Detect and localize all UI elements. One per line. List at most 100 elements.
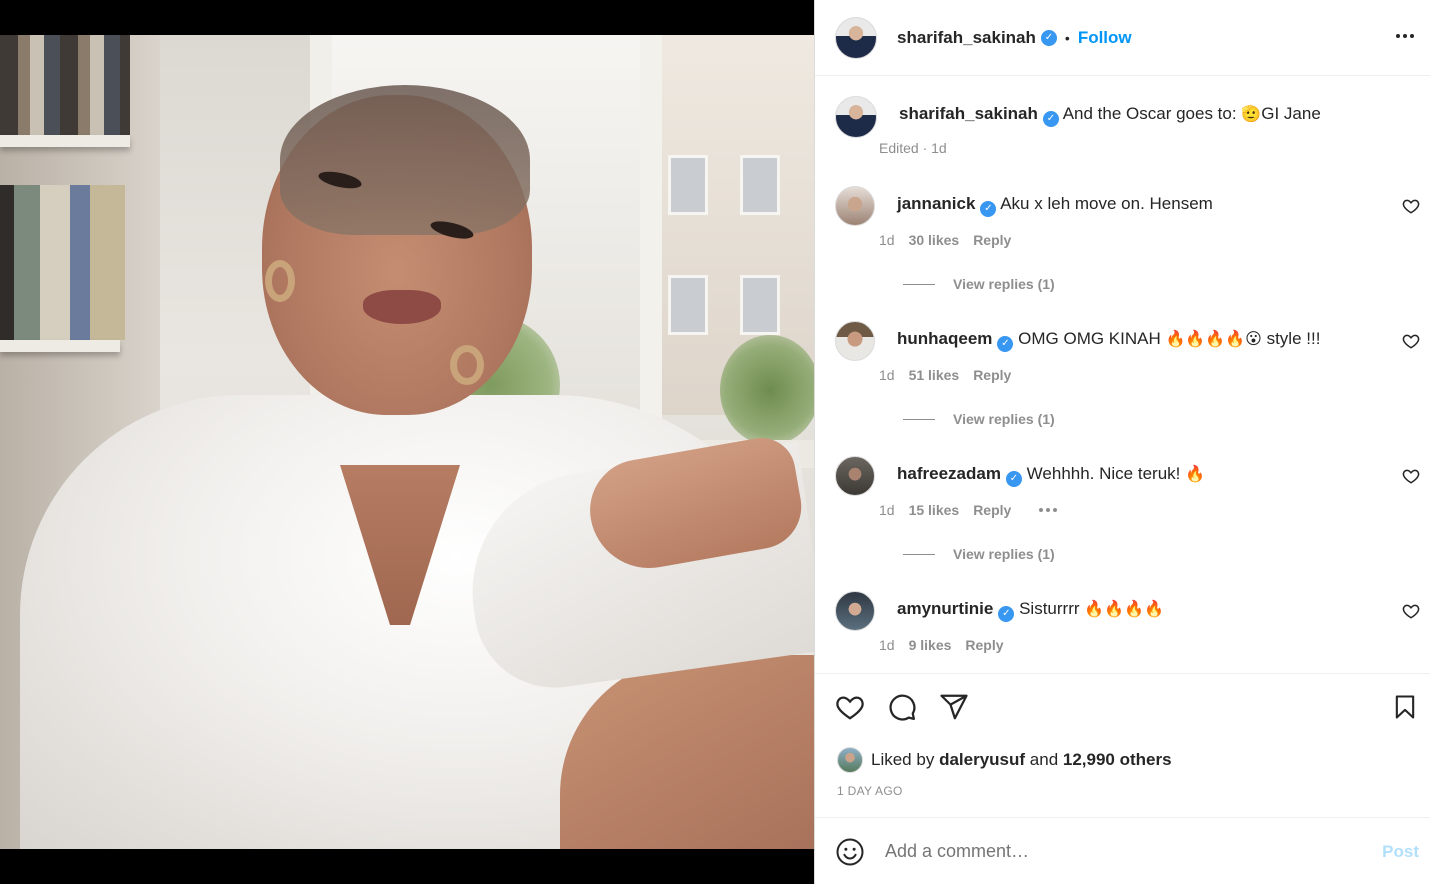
view-replies-button[interactable]: View replies (1) (903, 411, 1055, 427)
bookmark-icon[interactable] (1391, 692, 1419, 722)
verified-badge-icon: ✓ (1042, 111, 1059, 127)
comment-options-icon[interactable] (1039, 502, 1058, 518)
comment-body: Wehhhh. Nice teruk! (1026, 464, 1186, 483)
comment-body: Aku x leh move on. Hensem (1000, 194, 1213, 213)
photo-building-window (740, 155, 780, 215)
post-comment-button[interactable]: Post (1382, 842, 1419, 862)
caption-text: sharifah_sakinah ✓ And the Oscar goes to:… (899, 96, 1321, 127)
caption-emoji: 🫡 (1241, 104, 1262, 123)
post-media[interactable] (0, 0, 814, 884)
post-timestamp: 1 DAY AGO (837, 784, 903, 798)
commenter-avatar[interactable] (835, 186, 875, 226)
comment-time: 1d (879, 232, 895, 248)
view-replies-line (903, 418, 935, 420)
photo-hair (280, 85, 530, 235)
photo-books-lower (0, 185, 125, 340)
comment-text: hafreezadam ✓ Wehhhh. Nice teruk! 🔥 (897, 456, 1205, 487)
comment-like-heart-icon[interactable] (1402, 602, 1420, 620)
verified-badge-icon: ✓ (980, 201, 997, 217)
comment-item: hunhaqeem ✓ OMG OMG KINAH 🔥🔥🔥🔥😮 style !!! (835, 321, 1430, 361)
photo-building-window (740, 275, 780, 335)
heart-icon[interactable] (835, 692, 865, 722)
photo-lips (363, 290, 441, 324)
view-replies-label: View replies (1) (953, 411, 1055, 427)
photo-shelf-upper (0, 135, 130, 147)
comment-emoji: 🔥🔥🔥🔥😮 (1165, 329, 1262, 348)
share-icon[interactable] (939, 692, 969, 722)
caption-body: And the Oscar goes to: (1062, 104, 1242, 123)
comment-text: jannanick ✓ Aku x leh move on. Hensem (897, 186, 1213, 217)
photo-window-frame (640, 35, 662, 455)
comment-likes[interactable]: 51 likes (909, 367, 960, 383)
photo-building-window (668, 155, 708, 215)
comment-username[interactable]: jannanick (897, 194, 975, 213)
comment-item: hafreezadam ✓ Wehhhh. Nice teruk! 🔥 (835, 456, 1430, 496)
likes-mid: and (1029, 750, 1059, 769)
view-replies-label: View replies (1) (953, 276, 1055, 292)
view-replies-button[interactable]: View replies (1) (903, 276, 1055, 292)
comment-time: 1d (879, 367, 895, 383)
comment-item: amynurtinie ✓ Sisturrrr 🔥🔥🔥🔥 (835, 591, 1430, 631)
verified-badge-icon: ✓ (1040, 29, 1057, 46)
commenter-avatar[interactable] (835, 456, 875, 496)
comment-likes[interactable]: 9 likes (909, 637, 952, 653)
caption-username[interactable]: sharifah_sakinah (899, 104, 1038, 123)
comment-username[interactable]: hunhaqeem (897, 329, 992, 348)
verified-badge-icon: ✓ (997, 336, 1014, 352)
commenter-avatar[interactable] (835, 591, 875, 631)
emoji-icon[interactable] (835, 837, 865, 867)
liker-avatar[interactable] (837, 747, 863, 773)
post-photo[interactable] (0, 35, 814, 849)
caption-tail: GI Jane (1261, 104, 1321, 123)
comment-time: 1d (879, 637, 895, 653)
photo-earring (265, 260, 295, 302)
action-icons (835, 692, 969, 722)
add-comment-bar: Post (815, 817, 1430, 884)
comment-tail: style !!! (1261, 329, 1321, 348)
comment-likes[interactable]: 15 likes (909, 502, 960, 518)
view-replies-button[interactable]: View replies (1) (903, 546, 1055, 562)
comment-text: amynurtinie ✓ Sisturrrr 🔥🔥🔥🔥 (897, 591, 1164, 622)
photo-books-upper (0, 35, 130, 135)
view-replies-line (903, 553, 935, 555)
photo-tree (720, 335, 814, 445)
more-icon[interactable] (1393, 24, 1417, 48)
comment-icon[interactable] (887, 692, 917, 722)
add-comment-input[interactable] (885, 841, 1345, 862)
comment-reply-button[interactable]: Reply (973, 502, 1011, 518)
comment-username[interactable]: amynurtinie (897, 599, 993, 618)
author-username[interactable]: sharifah_sakinah (897, 28, 1036, 48)
caption-meta: Edited · 1d (879, 140, 947, 156)
post-caption: sharifah_sakinah ✓ And the Oscar goes to:… (835, 96, 1430, 138)
comment-meta: 1d 51 likes Reply (879, 367, 1011, 383)
comment-like-heart-icon[interactable] (1402, 332, 1420, 350)
comment-likes[interactable]: 30 likes (909, 232, 960, 248)
verified-badge-icon: ✓ (998, 606, 1015, 622)
comment-username[interactable]: hafreezadam (897, 464, 1001, 483)
caption-edited-time: Edited · 1d (879, 140, 947, 156)
separator-dot: • (1064, 29, 1070, 46)
likes-others-link[interactable]: 12,990 others (1063, 750, 1172, 770)
comment-time: 1d (879, 502, 895, 518)
photo-shelf-lower (0, 340, 120, 352)
comment-body: OMG OMG KINAH (1018, 329, 1166, 348)
follow-button[interactable]: Follow (1078, 28, 1132, 48)
comment-reply-button[interactable]: Reply (965, 637, 1003, 653)
comment-body: Sisturrrr (1019, 599, 1085, 618)
commenter-avatar[interactable] (835, 321, 875, 361)
comment-reply-button[interactable]: Reply (973, 367, 1011, 383)
photo-building-window (668, 275, 708, 335)
comment-emoji: 🔥 (1185, 464, 1206, 483)
post-header: sharifah_sakinah ✓ • Follow (815, 0, 1430, 76)
view-replies-label: View replies (1) (953, 546, 1055, 562)
likes-summary: Liked by daleryusuf and 12,990 others (837, 747, 1172, 773)
comment-like-heart-icon[interactable] (1402, 467, 1420, 485)
liker-username[interactable]: daleryusuf (939, 750, 1025, 770)
post-side-panel: sharifah_sakinah ✓ • Follow sharifah_sak… (814, 0, 1430, 884)
comment-emoji: 🔥🔥🔥🔥 (1084, 599, 1164, 618)
likes-prefix: Liked by (871, 750, 935, 769)
author-avatar[interactable] (835, 96, 877, 138)
author-avatar[interactable] (835, 16, 877, 59)
comment-reply-button[interactable]: Reply (973, 232, 1011, 248)
comment-like-heart-icon[interactable] (1402, 197, 1420, 215)
